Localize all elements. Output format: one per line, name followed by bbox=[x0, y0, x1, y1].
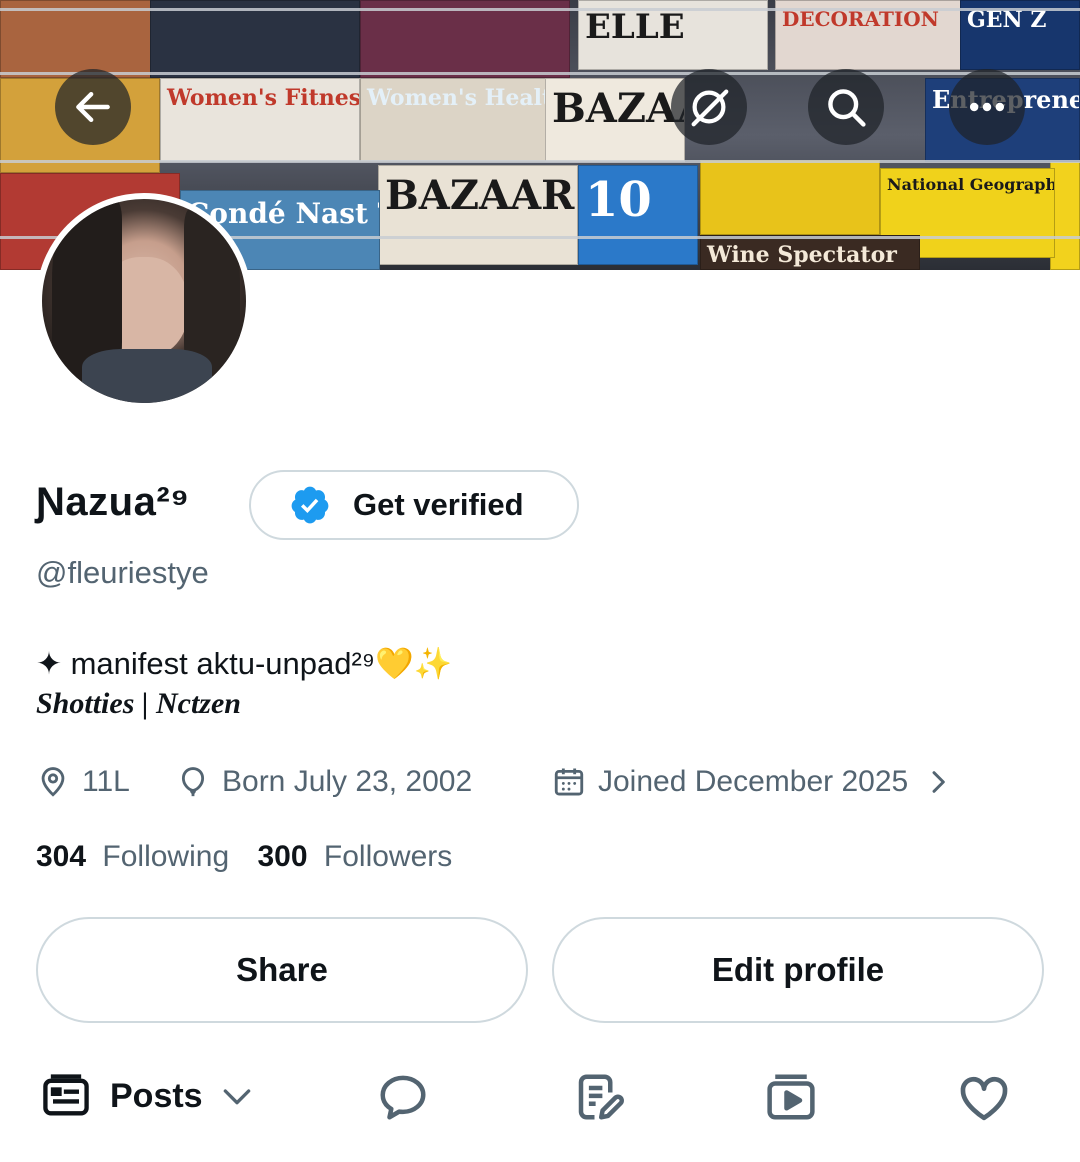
following-link[interactable]: 304 Following bbox=[36, 840, 237, 873]
search-button[interactable] bbox=[808, 69, 884, 145]
magazine-title: 10 bbox=[585, 172, 652, 228]
following-label: Following bbox=[102, 840, 230, 873]
joined-text: Joined December 2025 bbox=[598, 765, 909, 798]
arrow-left-icon bbox=[76, 91, 110, 123]
followers-link[interactable]: 300 Followers bbox=[257, 840, 452, 873]
bio-line-1: ✦ manifest aktu-unpad²⁹💛✨ bbox=[36, 646, 453, 681]
location-pin-icon bbox=[41, 767, 65, 797]
magazine-cover bbox=[0, 0, 160, 78]
magazine-cover: BAZAAR bbox=[378, 165, 578, 265]
magazine-title: BAZAAR bbox=[385, 172, 575, 219]
location-text: 11L bbox=[82, 765, 130, 798]
magazine-title: Women's Fitness bbox=[167, 85, 360, 111]
balloon-icon bbox=[181, 767, 205, 797]
magazine-title: Women's Health bbox=[367, 85, 550, 111]
reply-bubble-icon bbox=[380, 1075, 426, 1120]
edit-profile-button[interactable]: Edit profile bbox=[552, 917, 1044, 1023]
display-name: Ɲazua²⁹ bbox=[36, 480, 190, 524]
grok-button[interactable] bbox=[671, 69, 747, 145]
magazine-cover: Women's Fitness bbox=[160, 78, 360, 162]
tab-articles[interactable] bbox=[572, 1070, 626, 1124]
followers-count: 300 bbox=[257, 840, 308, 873]
posts-icon bbox=[43, 1074, 89, 1116]
get-verified-label: Get verified bbox=[353, 487, 524, 522]
magazine-title: National Geographic bbox=[887, 175, 1055, 194]
tab-media[interactable] bbox=[764, 1070, 818, 1124]
tab-posts[interactable]: Posts bbox=[40, 1070, 257, 1122]
verified-badge-icon bbox=[291, 486, 329, 524]
magazine-cover: 10 bbox=[578, 165, 698, 265]
magazine-cover: BAZAAR bbox=[545, 78, 685, 162]
grok-icon bbox=[691, 89, 729, 127]
chevron-right-icon bbox=[932, 771, 946, 793]
magazine-cover: Women's Health bbox=[360, 78, 550, 162]
avatar-photo bbox=[42, 199, 246, 403]
edit-profile-label: Edit profile bbox=[711, 951, 885, 988]
birthday-text: Born July 23, 2002 bbox=[222, 765, 473, 798]
tab-replies[interactable] bbox=[376, 1070, 430, 1124]
article-edit-icon bbox=[578, 1074, 624, 1120]
magazine-cover bbox=[700, 160, 880, 235]
following-count: 304 bbox=[36, 840, 87, 873]
calendar-icon bbox=[554, 768, 584, 796]
bio-line-2: Shotties | Nctzen bbox=[36, 687, 241, 720]
magazine-title: BAZAAR bbox=[552, 85, 684, 132]
profile-avatar[interactable] bbox=[36, 193, 252, 409]
user-handle: @fleuriestye bbox=[36, 555, 209, 590]
followers-label: Followers bbox=[323, 840, 453, 873]
magazine-cover bbox=[360, 0, 570, 78]
joined-item[interactable]: Joined December 2025 bbox=[552, 762, 954, 802]
tab-likes[interactable] bbox=[956, 1070, 1012, 1126]
share-button[interactable]: Share bbox=[36, 917, 528, 1023]
search-icon bbox=[828, 89, 866, 127]
magazine-title: ELLE bbox=[585, 7, 685, 47]
heart-icon bbox=[960, 1076, 1008, 1121]
get-verified-button[interactable]: Get verified bbox=[249, 470, 579, 540]
profile-tab-bar: Posts bbox=[0, 1060, 1080, 1140]
magazine-cover: Wine Spectator bbox=[700, 235, 920, 270]
share-button-label: Share bbox=[236, 951, 328, 988]
video-play-icon bbox=[767, 1074, 815, 1120]
chevron-down-icon bbox=[223, 1089, 250, 1105]
magazine-title: Wine Spectator bbox=[707, 242, 897, 268]
birthday-item: Born July 23, 2002 bbox=[176, 762, 472, 802]
more-horizontal-icon bbox=[969, 102, 1005, 112]
magazine-cover bbox=[150, 0, 360, 78]
back-button[interactable] bbox=[55, 69, 131, 145]
tab-posts-label: Posts bbox=[110, 1076, 203, 1115]
location-item: 11L bbox=[36, 762, 130, 802]
follow-counts: 304 Following 300 Followers bbox=[36, 840, 452, 874]
more-button[interactable] bbox=[949, 69, 1025, 145]
